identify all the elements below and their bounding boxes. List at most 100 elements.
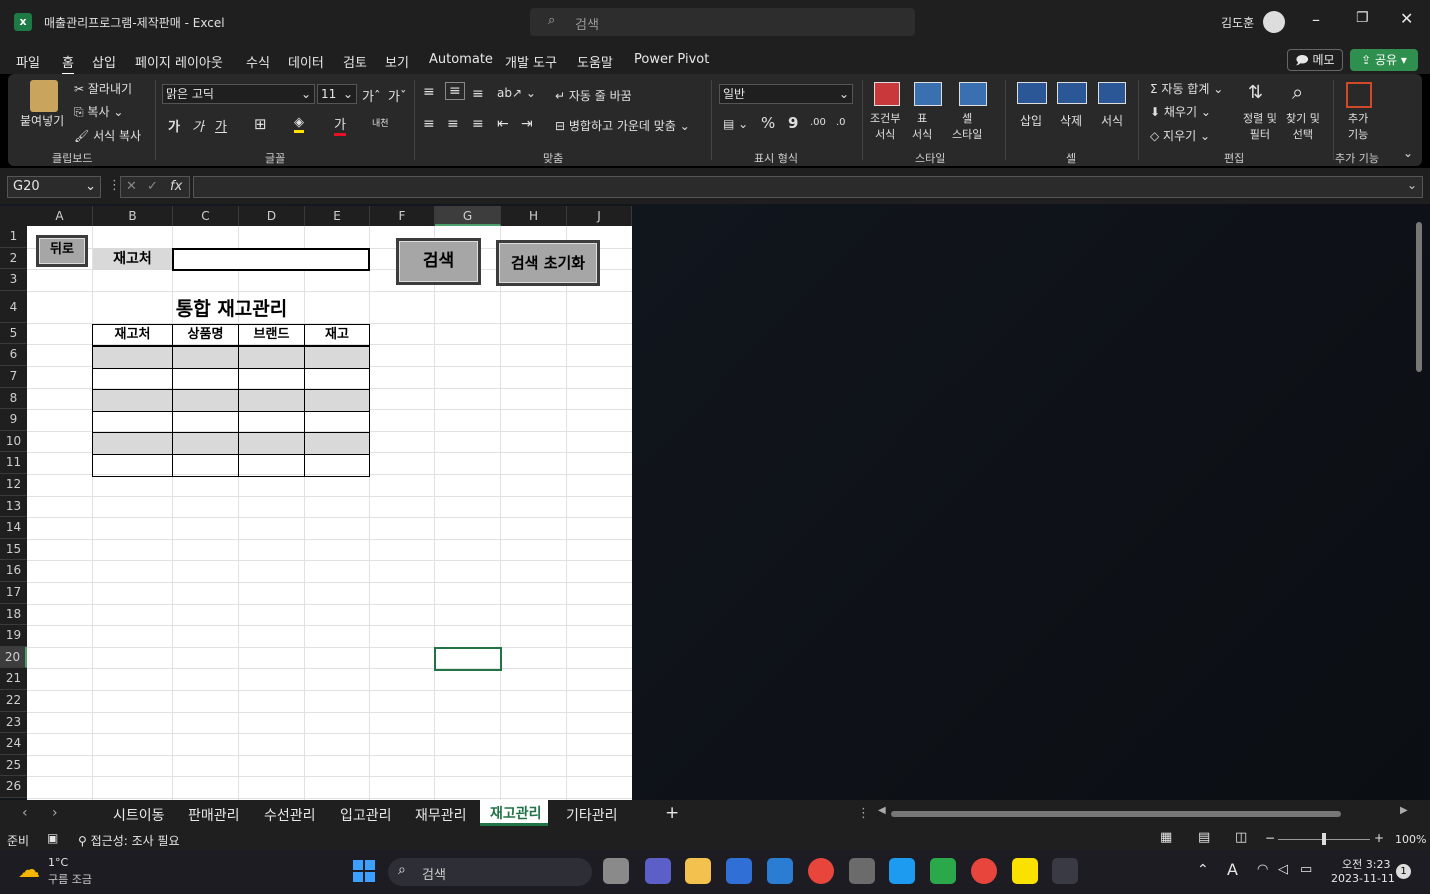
tab-review[interactable]: 검토 (343, 52, 367, 71)
row-header[interactable]: 8 (0, 387, 27, 410)
search-box[interactable]: ⌕ 검색 (530, 8, 915, 36)
zoom-out-icon[interactable]: − (1265, 831, 1275, 845)
restore-icon[interactable]: ❐ (1356, 10, 1369, 26)
decrease-indent-icon[interactable]: ⇤ (497, 116, 509, 132)
cell-grid[interactable]: 뒤로 재고처 검색 검색 초기화 통합 재고관리 재고처 상품명 브랜드 재고 (27, 226, 632, 800)
phonetic-button[interactable]: 내천 (372, 116, 389, 129)
scrollbar-thumb[interactable] (1416, 222, 1422, 372)
underline-button[interactable]: 가 (215, 116, 227, 135)
clock-date[interactable]: 2023-11-11 (1331, 872, 1395, 885)
table-format-icon[interactable] (914, 82, 942, 106)
sheet-tab-sheet-move[interactable]: 시트이동 (113, 805, 165, 825)
row-header[interactable]: 2 (0, 247, 27, 270)
sheet-tab-finance[interactable]: 재무관리 (415, 805, 467, 825)
row-header[interactable]: 24 (0, 733, 27, 755)
table-cell[interactable] (172, 389, 239, 412)
table-cell[interactable] (92, 410, 173, 434)
volume-icon[interactable]: ◁ (1278, 862, 1288, 877)
increase-indent-icon[interactable]: ⇥ (521, 116, 533, 132)
fill-color-icon[interactable]: ◈ (294, 115, 304, 133)
table-cell[interactable] (304, 454, 370, 477)
table-cell[interactable] (92, 432, 173, 455)
clear-button[interactable]: ◇ 지우기 ⌄ (1150, 127, 1210, 144)
search-button[interactable]: 검색 (396, 238, 481, 285)
format-painter-button[interactable]: 🖌 서식 복사 (74, 127, 141, 144)
excel-taskbar-icon[interactable] (1052, 858, 1078, 884)
row-header[interactable]: 14 (0, 517, 27, 539)
column-header-j[interactable]: J (567, 206, 632, 226)
sort-filter-icon[interactable]: ⇅ (1248, 82, 1263, 103)
more-tabs-icon[interactable]: ⋮ (857, 806, 870, 821)
normal-view-icon[interactable]: ▦ (1160, 830, 1172, 845)
column-header-f[interactable]: F (370, 206, 435, 226)
align-left-icon[interactable]: ≡ (423, 116, 435, 132)
row-header[interactable]: 7 (0, 366, 27, 388)
row-header[interactable]: 3 (0, 269, 27, 291)
vertical-scrollbar[interactable] (1414, 210, 1426, 798)
notification-badge[interactable]: 1 (1396, 864, 1411, 879)
row-header[interactable]: 23 (0, 711, 27, 734)
comma-button[interactable]: 9 (788, 114, 798, 132)
weather-icon[interactable]: ☁ (18, 858, 40, 883)
sort-filter-button[interactable]: 정렬 및 필터 (1243, 110, 1277, 142)
horizontal-scrollbar[interactable]: ◀ ▶ (878, 805, 1410, 820)
prev-sheet-icon[interactable]: ‹ (22, 805, 28, 821)
row-header[interactable]: 20 (0, 646, 27, 669)
insert-cells-button[interactable]: 삽입 (1020, 112, 1042, 129)
tab-view[interactable]: 보기 (385, 52, 409, 71)
scroll-left-icon[interactable]: ◀ (878, 805, 886, 816)
row-header[interactable]: 17 (0, 582, 27, 604)
calculator-icon[interactable] (849, 858, 875, 884)
wifi-icon[interactable]: ◠ (1257, 862, 1268, 877)
table-cell[interactable] (92, 454, 173, 477)
delete-cells-button[interactable]: 삭제 (1060, 112, 1082, 129)
store-icon[interactable] (726, 858, 752, 884)
bold-button[interactable]: 가 (168, 116, 180, 135)
table-cell[interactable] (238, 454, 305, 477)
table-cell[interactable] (238, 432, 305, 455)
collapse-ribbon-icon[interactable]: ⌄ (1403, 146, 1413, 160)
tab-home[interactable]: 홈 (62, 52, 74, 75)
teams-icon[interactable] (645, 858, 671, 884)
cancel-icon[interactable]: ✕ (126, 177, 137, 197)
font-size-select[interactable]: 11 ⌄ (317, 84, 357, 104)
cell-style-icon[interactable] (959, 82, 987, 106)
align-top-icon[interactable]: ≡ (423, 84, 435, 100)
row-header[interactable]: 22 (0, 690, 27, 712)
align-center-icon[interactable]: ≡ (447, 116, 459, 132)
table-cell[interactable] (304, 367, 370, 391)
row-header[interactable]: 5 (0, 322, 27, 345)
column-header-e[interactable]: E (305, 206, 370, 226)
add-sheet-icon[interactable]: + (665, 803, 679, 823)
table-cell[interactable] (172, 454, 239, 477)
percent-button[interactable]: % (761, 114, 775, 132)
cut-button[interactable]: ✂ 잘라내기 (74, 80, 132, 97)
chat-app-icon[interactable] (930, 858, 956, 884)
zoom-in-icon[interactable]: + (1374, 831, 1384, 845)
fill-button[interactable]: ⬇ 채우기 ⌄ (1150, 103, 1211, 120)
table-cell[interactable] (304, 346, 370, 369)
table-cell[interactable] (172, 432, 239, 455)
column-header-a[interactable]: A (27, 206, 93, 226)
shrink-font-icon[interactable]: 가ˇ (388, 86, 406, 105)
chrome-profile-icon[interactable] (971, 858, 997, 884)
memo-button[interactable]: 🗩 메모 (1287, 49, 1343, 71)
merge-center-button[interactable]: ⊟ 병합하고 가운데 맞춤 ⌄ (555, 117, 690, 134)
column-header-h[interactable]: H (501, 206, 567, 226)
tab-automate[interactable]: Automate (429, 52, 493, 67)
back-button[interactable]: 뒤로 (36, 235, 88, 267)
increase-decimal-icon[interactable]: .00 (810, 117, 826, 128)
insert-cells-icon[interactable] (1017, 82, 1047, 104)
table-cell[interactable] (238, 346, 305, 369)
start-icon[interactable] (353, 860, 375, 882)
page-break-view-icon[interactable]: ◫ (1235, 830, 1247, 845)
cell-style-button[interactable]: 셀 스타일 (952, 110, 982, 142)
border-icon[interactable]: ⊞ (254, 115, 267, 133)
task-view-icon[interactable] (603, 858, 629, 884)
macro-record-icon[interactable]: ▣ (47, 831, 58, 845)
chrome-icon[interactable] (808, 858, 834, 884)
conditional-format-icon[interactable] (874, 82, 900, 106)
format-cells-button[interactable]: 서식 (1101, 112, 1123, 129)
taskbar-search[interactable]: ⌕ 검색 (388, 858, 592, 886)
grow-font-icon[interactable]: 가ˆ (362, 86, 380, 105)
